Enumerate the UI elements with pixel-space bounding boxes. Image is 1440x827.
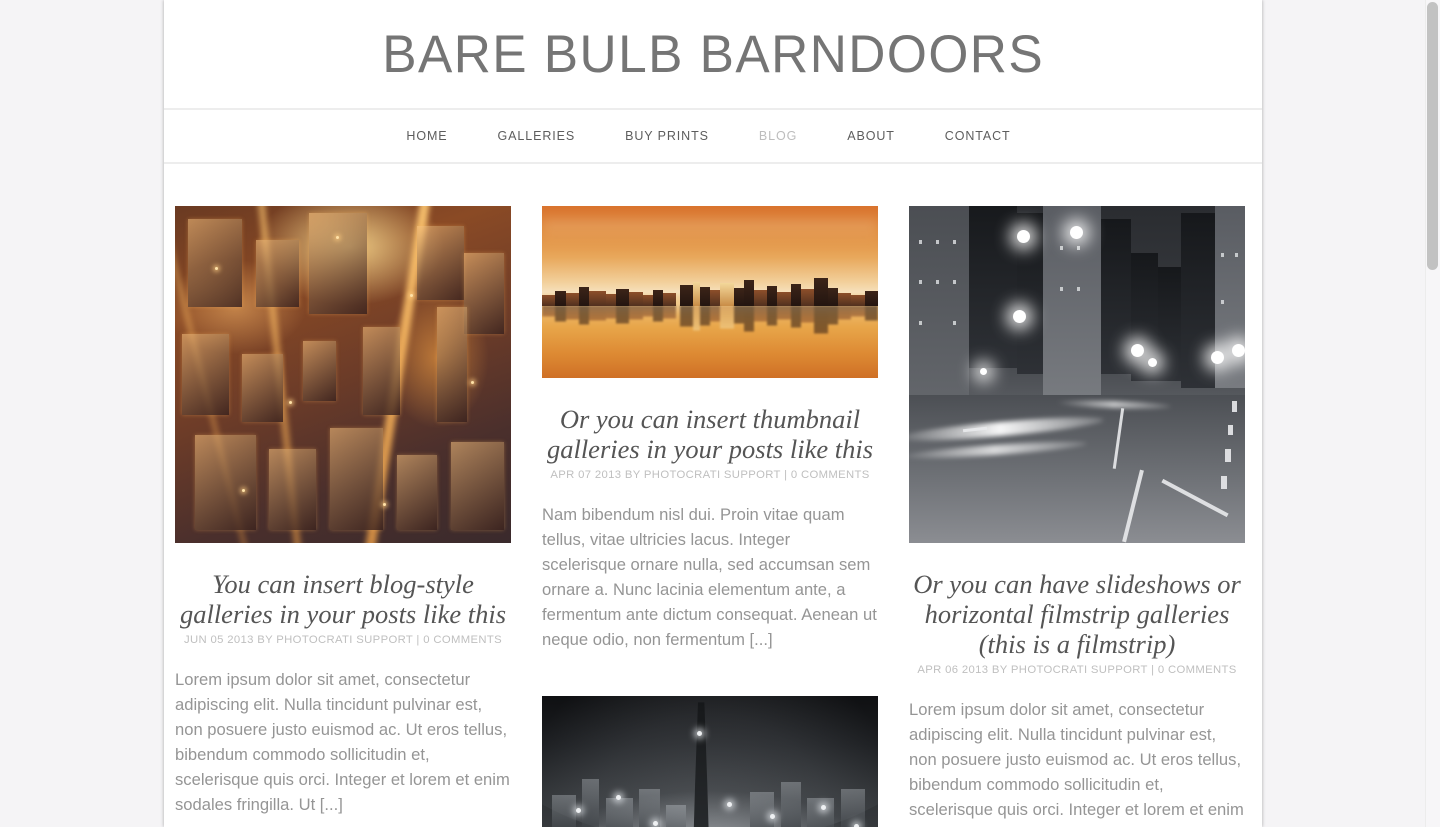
blog-post-2: Or you can insert thumbnail galleries in…: [542, 206, 878, 652]
nav-list: HOME GALLERIES BUY PRINTS BLOG ABOUT CON…: [390, 129, 1035, 143]
post-meta: JUN 05 2013 BY PHOTOCRATI SUPPORT | 0 CO…: [183, 634, 503, 646]
post-thumbnail-bw-street[interactable]: [909, 206, 1245, 543]
page-scrollbar-thumb[interactable]: [1427, 2, 1438, 270]
post-meta: APR 07 2013 BY PHOTOCRATI SUPPORT | 0 CO…: [550, 469, 870, 481]
blog-post-grid: You can insert blog-style galleries in y…: [164, 164, 1262, 827]
blog-column-2: Or you can insert thumbnail galleries in…: [542, 206, 878, 827]
nav-item-buy-prints[interactable]: BUY PRINTS: [600, 129, 734, 143]
blog-post-3: Or you can have slideshows or horizontal…: [909, 206, 1245, 827]
post-meta: APR 06 2013 BY PHOTOCRATI SUPPORT | 0 CO…: [917, 664, 1237, 676]
site-title-logo[interactable]: BARE BULB BARNDOORS: [382, 28, 1044, 81]
blog-post-1: You can insert blog-style galleries in y…: [175, 206, 511, 817]
post-excerpt: Lorem ipsum dolor sit amet, consectetur …: [909, 700, 1244, 827]
page-scrollbar-track[interactable]: [1425, 0, 1440, 827]
nav-item-about[interactable]: ABOUT: [822, 129, 920, 143]
post-thumbnail-sunset-skyline[interactable]: [542, 206, 878, 378]
nav-item-home[interactable]: HOME: [390, 129, 472, 143]
post-excerpt: Nam bibendum nisl dui. Proin vitae quam …: [542, 505, 877, 649]
post-thumbnail-bw-aerial[interactable]: [542, 696, 878, 827]
browser-page: BARE BULB BARNDOORS HOME GALLERIES BUY P…: [0, 0, 1440, 827]
aerial-city-image: [175, 206, 511, 543]
nav-item-blog[interactable]: BLOG: [734, 129, 822, 143]
site-container: BARE BULB BARNDOORS HOME GALLERIES BUY P…: [164, 0, 1262, 827]
sunset-skyline-image: [542, 206, 878, 378]
post-thumbnail-aerial-city[interactable]: [175, 206, 511, 543]
nav-item-contact[interactable]: CONTACT: [920, 129, 1036, 143]
post-excerpt: Lorem ipsum dolor sit amet, consectetur …: [175, 670, 510, 814]
site-header: BARE BULB BARNDOORS: [164, 0, 1262, 108]
blog-column-3: Or you can have slideshows or horizontal…: [909, 206, 1245, 827]
bw-street-image: [909, 206, 1245, 543]
post-title[interactable]: Or you can insert thumbnail galleries in…: [542, 404, 878, 464]
post-title[interactable]: Or you can have slideshows or horizontal…: [909, 569, 1245, 659]
bw-aerial-night-image: [542, 696, 878, 827]
blog-column-1: You can insert blog-style galleries in y…: [175, 206, 511, 827]
blog-post-4: [542, 696, 878, 827]
main-navigation: HOME GALLERIES BUY PRINTS BLOG ABOUT CON…: [164, 108, 1262, 164]
post-title[interactable]: You can insert blog-style galleries in y…: [175, 569, 511, 629]
nav-item-galleries[interactable]: GALLERIES: [473, 129, 601, 143]
